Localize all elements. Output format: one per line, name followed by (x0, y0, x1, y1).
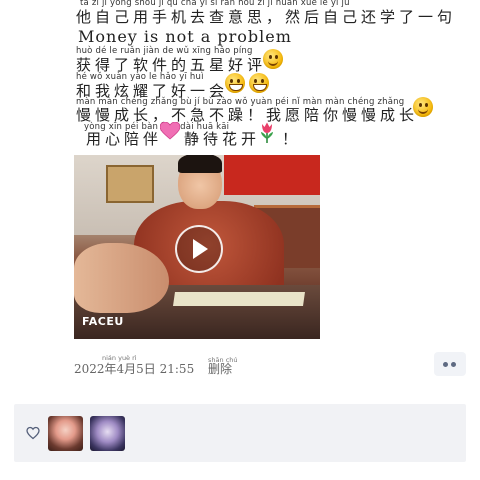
text-line-6a: 用心陪伴 (86, 130, 163, 148)
video-child-hair (178, 155, 222, 173)
more-dot-icon (451, 362, 456, 367)
post-date: 2022年4月5日 21:55 (74, 362, 195, 376)
tulip-icon (261, 122, 273, 143)
video-thumbnail[interactable]: FACEU (74, 155, 320, 339)
more-options-button[interactable] (434, 352, 466, 376)
pink-heart-icon (160, 122, 180, 140)
video-wall-frame (106, 165, 154, 203)
thinking-face-icon (263, 49, 283, 69)
text-line-6b: 静待花开 (184, 130, 261, 148)
exclamation-mark: ！ (282, 130, 302, 148)
video-red-decoration (224, 155, 320, 195)
moment-post: tā zì jǐ yòng shǒu jī qù chá yì sī rán h… (0, 0, 480, 400)
heart-outline-icon[interactable] (26, 426, 40, 440)
play-icon[interactable] (175, 225, 223, 273)
liker-avatar-2[interactable] (90, 416, 125, 451)
text-line-2: Money is not a problem (78, 27, 292, 46)
likes-panel (14, 404, 466, 462)
grinning-face-icon (249, 73, 269, 93)
text-line-1: 他自己用手机去查意思，然后自己还学了一句 (76, 8, 457, 26)
video-watermark: FACEU (82, 315, 124, 328)
delete-pinyin: shān chú (208, 356, 238, 364)
delete-label: 删除 (208, 362, 233, 376)
smiling-face-icon (413, 97, 433, 117)
more-dot-icon (443, 362, 448, 367)
liker-avatar-1[interactable] (48, 416, 83, 451)
video-paper (173, 292, 305, 306)
delete-button[interactable]: shān chú 删除 (208, 356, 238, 376)
grinning-face-icon (225, 73, 245, 93)
post-meta: nián yuè rì 2022年4月5日 21:55 shān chú 删除 (74, 354, 238, 377)
date-pinyin: nián yuè rì (102, 354, 137, 362)
